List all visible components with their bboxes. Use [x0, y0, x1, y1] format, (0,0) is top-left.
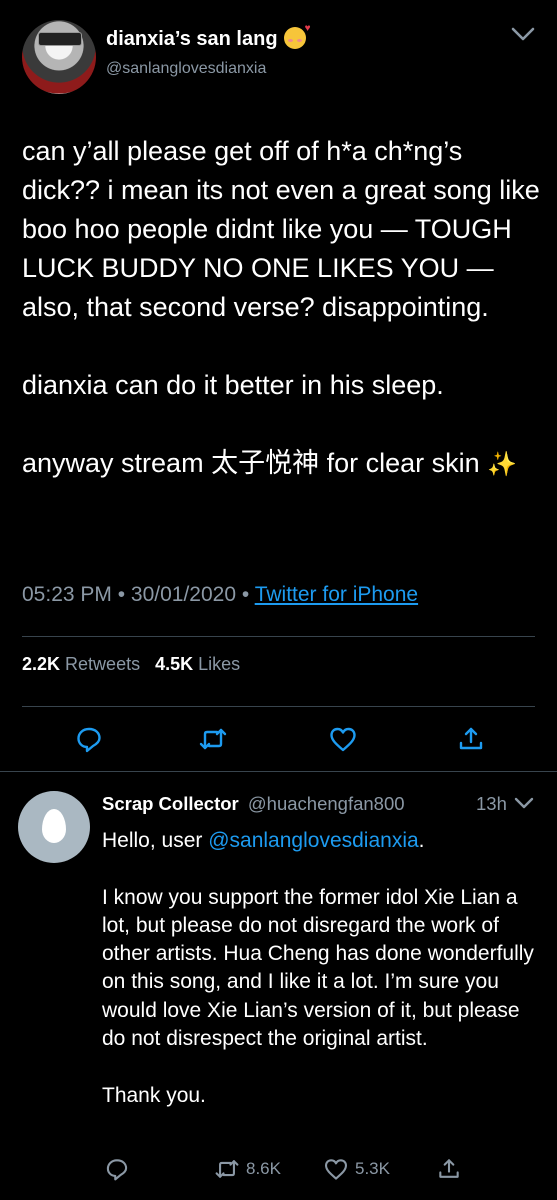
likes-label: Likes: [198, 654, 241, 674]
reply-handle[interactable]: @huachengfan800: [248, 793, 405, 814]
share-button[interactable]: [436, 1155, 462, 1183]
tweet-paragraph: anyway stream 太子悦神 for clear skin ✨: [22, 444, 542, 484]
egg-icon: [42, 809, 66, 843]
reply-icon: [106, 1159, 128, 1181]
like-button[interactable]: 5.3K: [323, 1155, 390, 1183]
tweet-paragraph-text: anyway stream 太子悦神 for clear skin: [22, 448, 480, 478]
share-icon: [439, 1159, 459, 1178]
chevron-down-icon[interactable]: [510, 24, 536, 44]
likes-count: 4.5K: [155, 654, 194, 674]
reply-display-name[interactable]: Scrap Collector: [102, 793, 239, 814]
tweet-stats: 2.2K Retweets 4.5K Likes: [22, 654, 240, 675]
tweet-actions: [0, 724, 557, 756]
user-handle[interactable]: @sanlanglovesdianxia: [106, 60, 266, 78]
greeting-prefix: Hello, user: [102, 829, 209, 852]
reply-button[interactable]: [104, 1155, 130, 1183]
tweet-date: 30/01/2020: [130, 583, 237, 606]
meta-separator: •: [117, 583, 131, 606]
likes-stat[interactable]: 4.5K Likes: [155, 654, 240, 674]
like-icon[interactable]: [328, 724, 358, 754]
smiling-face-with-hearts-icon: ♥: [283, 24, 311, 49]
chevron-down-icon[interactable]: [513, 795, 535, 813]
retweets-label: Retweets: [65, 654, 141, 674]
tweet-paragraph: dianxia can do it better in his sleep.: [22, 370, 444, 400]
share-icon[interactable]: [456, 724, 486, 754]
retweet-icon[interactable]: [198, 724, 228, 754]
reply-time: 13h: [476, 793, 507, 814]
display-name-text: dianxia’s san lang: [106, 28, 278, 50]
tweet-paragraph: can y’all please get off of h*a ch*ng’s …: [22, 136, 540, 322]
reply-header: Scrap Collector @huachengfan800: [102, 793, 405, 815]
tweet-meta: 05:23 PM • 30/01/2020 • Twitter for iPho…: [22, 583, 418, 607]
retweets-stat[interactable]: 2.2K Retweets: [22, 654, 140, 674]
reply-paragraph: I know you support the former idol Xie L…: [102, 885, 534, 1051]
mention-link[interactable]: @sanlanglovesdianxia: [208, 829, 418, 852]
tweet-text: can y’all please get off of h*a ch*ng’s …: [22, 132, 542, 484]
greeting-suffix: .: [418, 829, 425, 852]
default-egg-avatar[interactable]: [18, 791, 90, 863]
like-icon: [324, 1159, 348, 1180]
retweet-button[interactable]: 8.6K: [214, 1155, 281, 1183]
thread-separator: [0, 771, 557, 772]
retweet-count: 8.6K: [246, 1159, 281, 1178]
retweets-count: 2.2K: [22, 654, 61, 674]
divider: [22, 706, 535, 707]
avatar[interactable]: [22, 20, 96, 94]
display-name[interactable]: dianxia’s san lang ♥: [106, 24, 311, 51]
sparkles-icon: ✨: [487, 451, 518, 478]
reply-greeting: Hello, user @sanlanglovesdianxia.: [102, 827, 542, 855]
like-count: 5.3K: [355, 1159, 390, 1178]
divider: [22, 636, 535, 637]
tweet-time: 05:23 PM: [22, 583, 112, 606]
tweet-source-link[interactable]: Twitter for iPhone: [255, 583, 418, 606]
meta-separator: •: [241, 583, 255, 606]
reply-closing: Thank you.: [102, 1083, 206, 1107]
reply-actions: 8.6K 5.3K: [0, 1155, 557, 1185]
reply-icon[interactable]: [74, 724, 104, 754]
reply-text: Hello, user @sanlanglovesdianxia. I know…: [102, 827, 542, 1110]
retweet-icon: [215, 1160, 239, 1178]
